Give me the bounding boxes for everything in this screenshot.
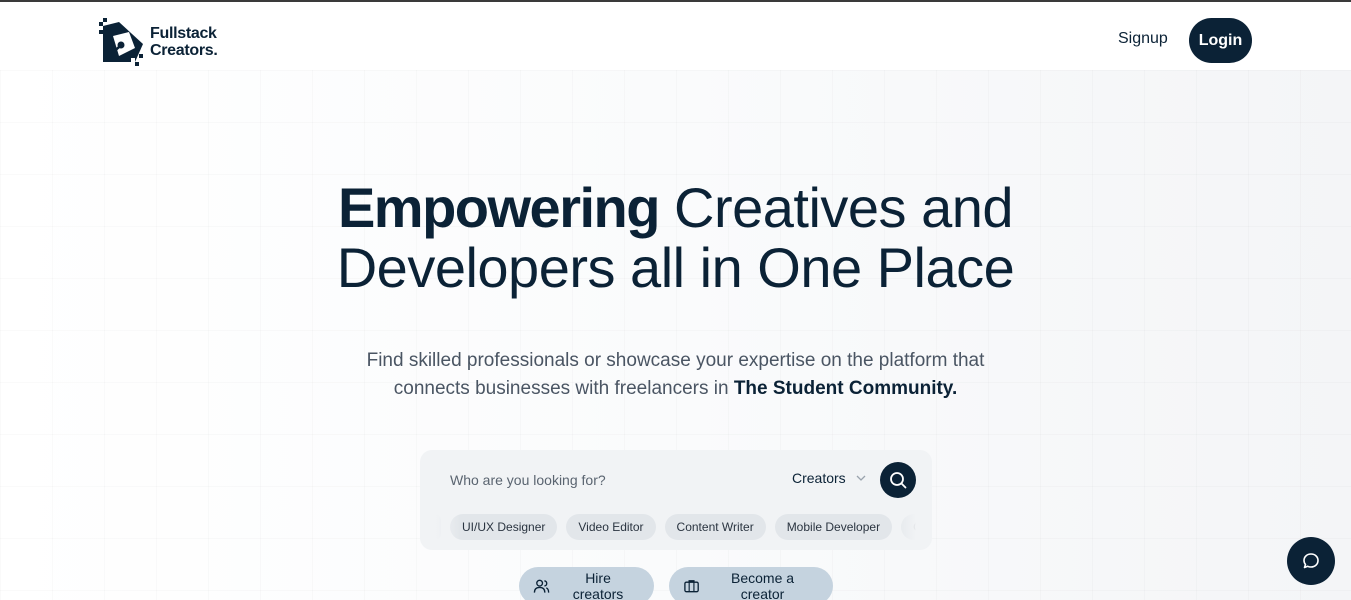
chat-bubble-icon [1303, 553, 1319, 569]
search-icon [890, 472, 907, 489]
signup-link[interactable]: Signup [1118, 30, 1168, 48]
users-icon [533, 579, 550, 593]
tag-scroller[interactable]: UI/UX Designer Video Editor Content Writ… [436, 514, 916, 540]
hero-subtitle-highlight: The Student Community. [733, 378, 958, 399]
brand-name: Fullstack Creators. [150, 25, 218, 59]
hero-title-rest: Creatives and [658, 176, 1014, 239]
search-input[interactable] [450, 468, 770, 492]
brand-name-line2: Creators. [150, 42, 218, 59]
hero-subtitle-line1: Find skilled professionals or showcase y… [366, 350, 985, 371]
tag-chip[interactable]: Content Writer [664, 514, 766, 540]
chat-button[interactable] [1287, 537, 1335, 585]
brand-logo[interactable]: Fullstack Creators. [99, 18, 218, 66]
pen-nib-icon [99, 18, 143, 66]
hero-subtitle-line2: connects businesses with freelancers in [393, 378, 734, 399]
search-card: Creators UI/UX Designer Video Editor Con… [420, 450, 932, 550]
tag-chip-partial [436, 514, 442, 540]
login-button[interactable]: Login [1189, 18, 1252, 63]
become-creator-button[interactable]: Become a creator [669, 567, 833, 600]
tag-chip[interactable]: Graphic Designer [901, 514, 916, 540]
hero-title-line2: Developers all in One Place [336, 236, 1015, 299]
site-header: Fullstack Creators. Signup Login [0, 2, 1351, 70]
hero-title-bold: Empowering [337, 176, 661, 239]
category-selected-value: Creators [792, 470, 846, 486]
chevron-down-icon [856, 472, 866, 484]
become-creator-label: Become a creator [731, 570, 795, 600]
tag-chip[interactable]: Mobile Developer [774, 514, 893, 540]
hero-title: Empowering Creatives and Developers all … [0, 178, 1351, 298]
tag-chip[interactable]: Video Editor [566, 514, 656, 540]
hero-subtitle: Find skilled professionals or showcase y… [0, 347, 1351, 403]
hire-creators-button[interactable]: Hire creators [519, 567, 654, 600]
category-select[interactable]: Creators [792, 470, 866, 486]
briefcase-icon [684, 580, 699, 593]
hire-creators-label: Hire creators [572, 570, 624, 600]
search-button[interactable] [880, 462, 916, 498]
brand-name-line1: Fullstack [150, 25, 217, 42]
tag-chip[interactable]: UI/UX Designer [450, 514, 558, 540]
